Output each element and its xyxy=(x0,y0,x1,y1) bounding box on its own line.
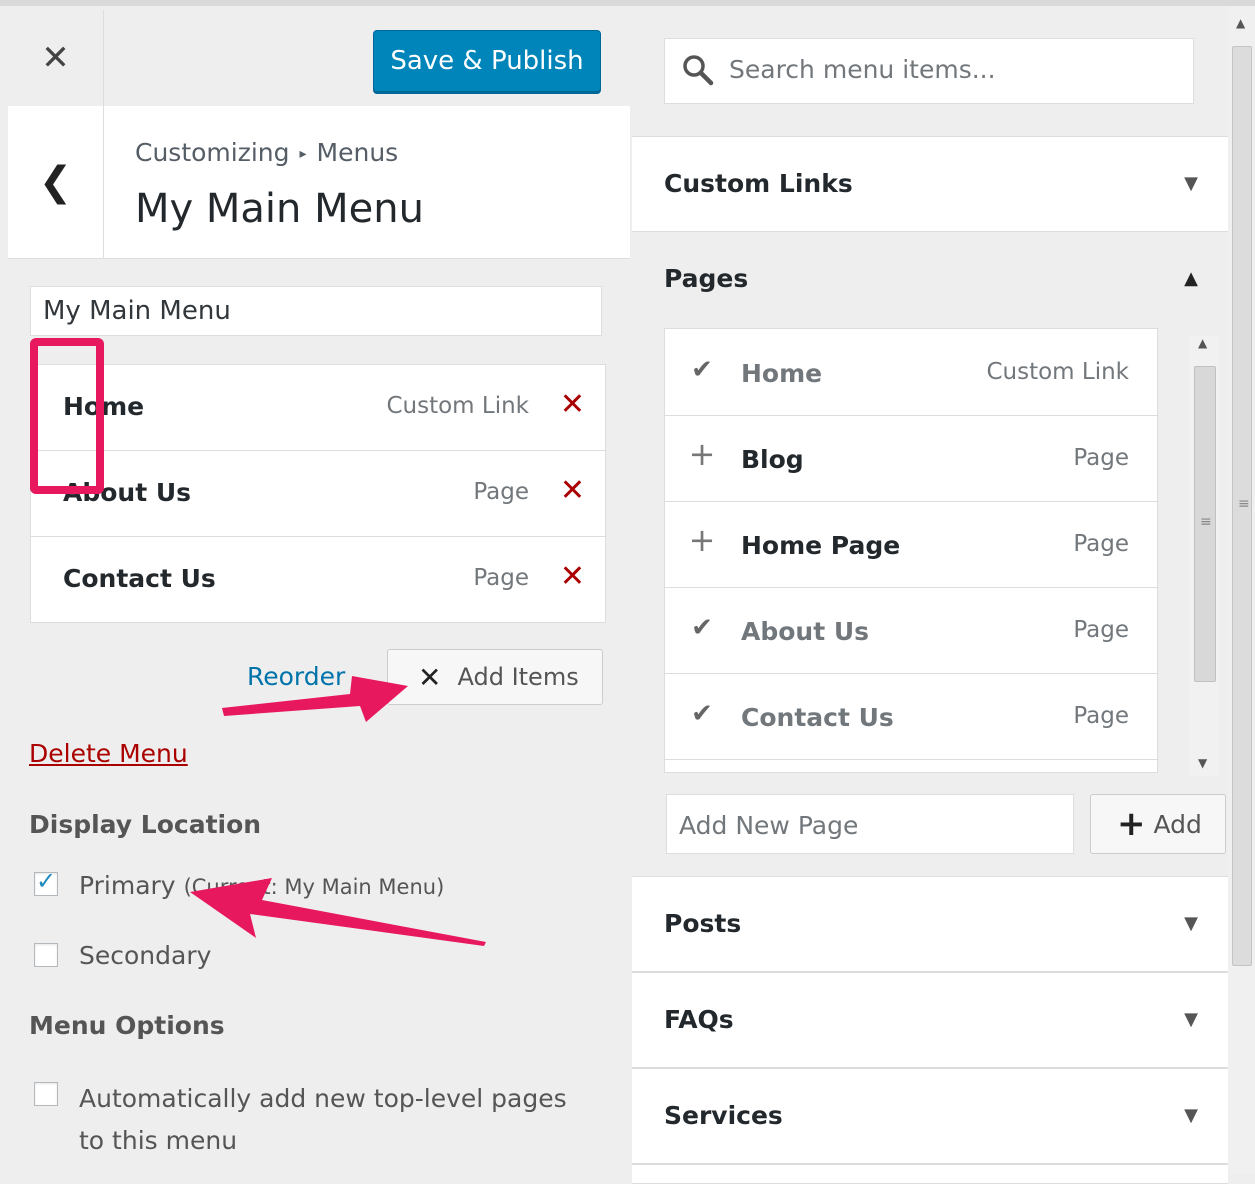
page-item-title: Contact Us xyxy=(741,703,894,732)
page-title: My Main Menu xyxy=(135,186,424,232)
save-publish-button[interactable]: Save & Publish xyxy=(373,30,601,92)
checkmark-icon: ✔ xyxy=(691,613,713,643)
add-new-page-input[interactable]: Add New Page xyxy=(666,794,1074,854)
pages-list: ✔ Home Custom Link + Blog Page + Home Pa… xyxy=(664,328,1158,773)
plus-icon[interactable]: + xyxy=(687,435,717,473)
remove-icon[interactable]: ✕ xyxy=(560,559,585,594)
grip-icon: ≡ xyxy=(1200,514,1212,530)
page-item-type: Custom Link xyxy=(986,359,1129,385)
close-icon: ✕ xyxy=(418,660,442,694)
primary-location-label: Primary (Current: My Main Menu) xyxy=(79,871,444,900)
menu-item-title: Contact Us xyxy=(63,564,216,593)
page-item-about-us[interactable]: ✔ About Us Page xyxy=(665,587,1157,674)
page-item-home-page[interactable]: + Home Page Page xyxy=(665,501,1157,588)
secondary-location-label: Secondary xyxy=(79,941,212,970)
chevron-down-icon: ▼ xyxy=(1184,913,1198,934)
section-pages-title[interactable]: Pages xyxy=(664,264,748,293)
delete-menu-link[interactable]: Delete Menu xyxy=(29,739,188,768)
reorder-link[interactable]: Reorder xyxy=(247,662,345,691)
auto-add-pages-checkbox[interactable] xyxy=(34,1082,58,1106)
add-items-button[interactable]: ✕ Add Items xyxy=(387,649,603,705)
section-posts[interactable]: Posts ▼ xyxy=(632,876,1228,972)
menu-name-input[interactable]: My Main Menu xyxy=(30,286,602,336)
menu-options-heading: Menu Options xyxy=(29,1011,225,1040)
add-page-button[interactable]: + Add xyxy=(1090,794,1226,854)
breadcrumb: Customizing ▸ Menus xyxy=(135,138,398,167)
remove-icon[interactable]: ✕ xyxy=(560,473,585,508)
search-placeholder: Search menu items... xyxy=(729,55,996,84)
grip-icon: ≡ xyxy=(1238,496,1250,512)
add-page-label: Add xyxy=(1153,809,1202,839)
chevron-down-icon: ▼ xyxy=(1184,1009,1198,1030)
menu-item-type: Custom Link xyxy=(386,393,529,419)
page-item-title: Blog xyxy=(741,445,804,474)
page-item-contact-us[interactable]: ✔ Contact Us Page xyxy=(665,673,1157,760)
page-item-type: Page xyxy=(1073,531,1129,557)
section-title: Posts xyxy=(664,909,742,938)
plus-icon: + xyxy=(1117,804,1146,844)
page-item-title: Home xyxy=(741,359,823,388)
primary-current-note: (Current: My Main Menu) xyxy=(183,875,445,899)
primary-label-text: Primary xyxy=(79,871,176,900)
section-title: Services xyxy=(664,1101,783,1130)
section-custom-links[interactable]: Custom Links ▼ xyxy=(632,136,1228,232)
back-arrow-icon[interactable]: ❮ xyxy=(8,106,104,258)
section-title: Custom Links xyxy=(664,169,853,198)
page-item-title: Home Page xyxy=(741,531,901,560)
primary-location-checkbox[interactable] xyxy=(34,867,58,896)
checkmark-icon: ✔ xyxy=(691,355,713,385)
section-faqs[interactable]: FAQs ▼ xyxy=(632,972,1228,1068)
menu-items-list: Home Custom Link ✕ About Us Page ✕ Conta… xyxy=(30,364,606,623)
annotation-highlight-box xyxy=(30,338,104,494)
section-title: FAQs xyxy=(664,1005,734,1034)
chevron-down-icon: ▼ xyxy=(1184,1105,1198,1126)
section-services[interactable]: Services ▼ xyxy=(632,1068,1228,1164)
auto-add-pages-label: Automatically add new top-level pages to… xyxy=(79,1084,567,1155)
customizer-panel: ✕ Save & Publish ❮ Customizing ▸ Menus My … xyxy=(8,6,630,1174)
menu-item-type: Page xyxy=(473,565,529,591)
page-item-title: About Us xyxy=(741,617,870,646)
search-input[interactable]: Search menu items... xyxy=(664,38,1194,104)
scroll-up-icon[interactable]: ▲ xyxy=(1198,336,1207,350)
menu-item-about-us[interactable]: About Us Page ✕ xyxy=(31,451,605,537)
breadcrumb-customizing: Customizing xyxy=(135,138,290,167)
panel-title-bar: ❮ Customizing ▸ Menus My Main Menu xyxy=(8,106,630,259)
secondary-location-checkbox[interactable] xyxy=(34,943,58,967)
scroll-down-icon[interactable]: ▼ xyxy=(1198,756,1207,770)
remove-icon[interactable]: ✕ xyxy=(560,387,585,422)
section-next xyxy=(632,1164,1228,1184)
customizer-header: ✕ Save & Publish xyxy=(8,10,630,107)
page-item-type: Page xyxy=(1073,445,1129,471)
page-item-home[interactable]: ✔ Home Custom Link xyxy=(665,329,1157,416)
add-items-label: Add Items xyxy=(457,663,579,691)
plus-icon[interactable]: + xyxy=(687,521,717,559)
page-item-type: Page xyxy=(1073,617,1129,643)
checkmark-icon: ✔ xyxy=(691,699,713,729)
chevron-down-icon: ▼ xyxy=(1184,173,1198,194)
available-menu-items-panel: Search menu items... Custom Links ▼ Page… xyxy=(632,6,1228,1184)
display-location-heading: Display Location xyxy=(29,810,262,839)
chevron-up-icon[interactable]: ▲ xyxy=(1184,268,1198,289)
close-icon[interactable]: ✕ xyxy=(8,10,104,106)
breadcrumb-separator-icon: ▸ xyxy=(299,146,307,162)
page-item-type: Page xyxy=(1073,703,1129,729)
menu-item-contact-us[interactable]: Contact Us Page ✕ xyxy=(31,537,605,622)
breadcrumb-menus: Menus xyxy=(316,138,399,167)
menu-item-home[interactable]: Home Custom Link ✕ xyxy=(31,365,605,451)
menu-item-type: Page xyxy=(473,479,529,505)
page-item-blog[interactable]: + Blog Page xyxy=(665,415,1157,502)
scroll-up-icon[interactable]: ▲ xyxy=(1236,16,1245,30)
search-icon xyxy=(681,53,715,91)
